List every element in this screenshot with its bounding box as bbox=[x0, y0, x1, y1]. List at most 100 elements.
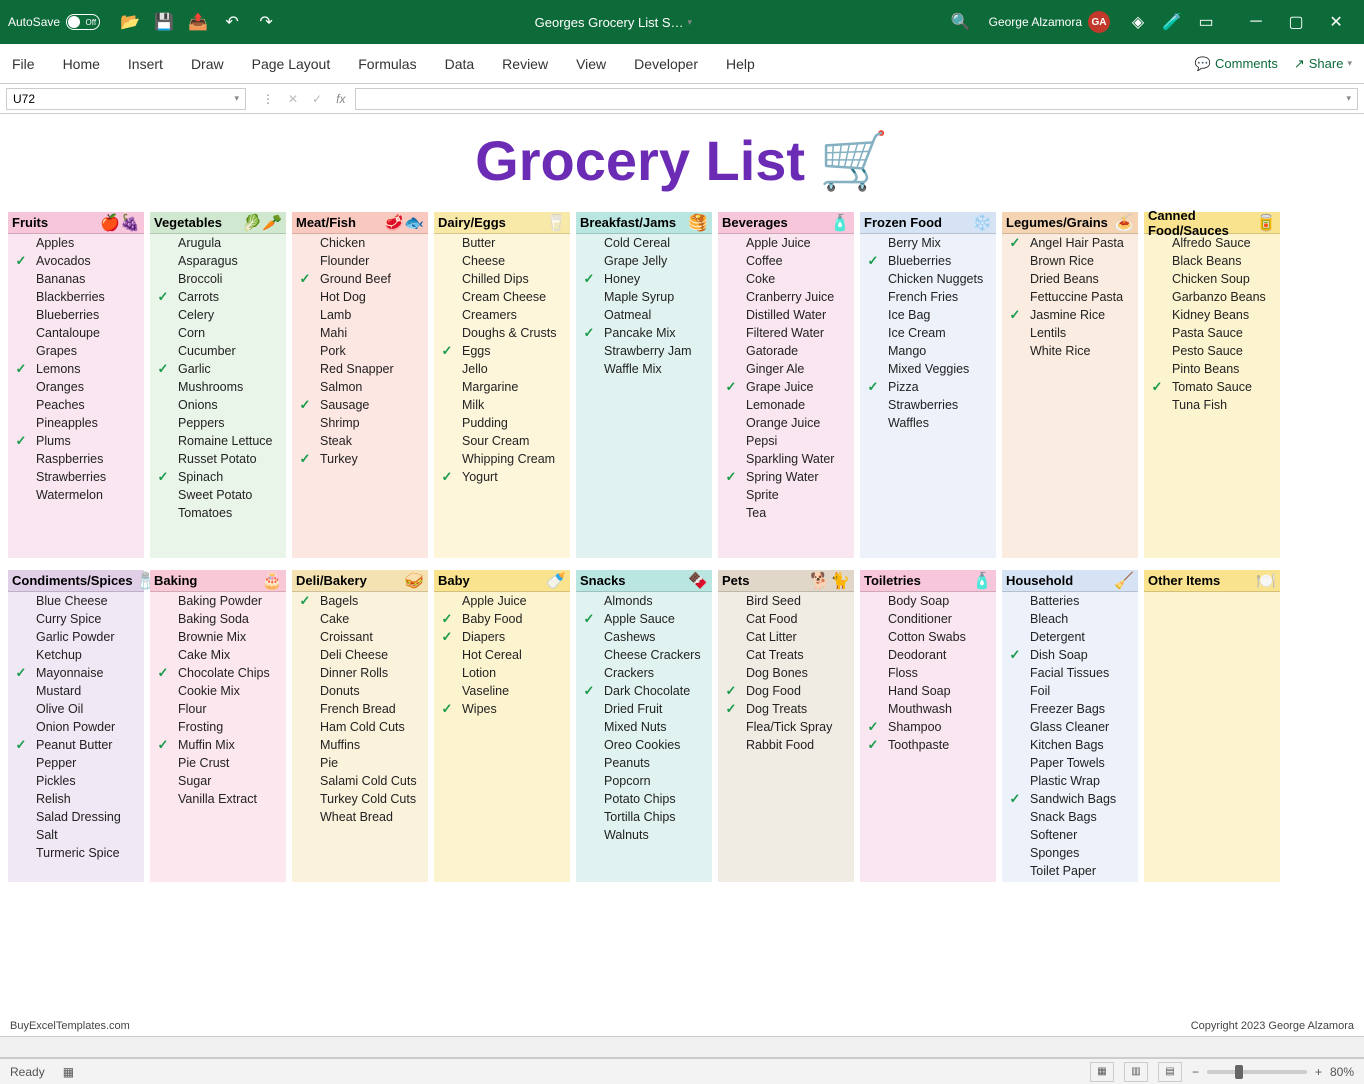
list-item[interactable]: Onions bbox=[150, 396, 286, 414]
list-item[interactable] bbox=[150, 522, 286, 540]
list-item[interactable] bbox=[292, 468, 428, 486]
list-item[interactable]: Maple Syrup bbox=[576, 288, 712, 306]
list-item[interactable] bbox=[434, 540, 570, 558]
checkbox[interactable]: ✓ bbox=[150, 737, 176, 753]
list-item[interactable] bbox=[434, 718, 570, 736]
list-item[interactable] bbox=[1144, 610, 1280, 628]
list-item[interactable]: Detergent bbox=[1002, 628, 1138, 646]
checkbox[interactable]: ✓ bbox=[8, 361, 34, 377]
list-item[interactable] bbox=[434, 808, 570, 826]
list-item[interactable] bbox=[1144, 718, 1280, 736]
view-page-layout-button[interactable]: ▥ bbox=[1124, 1062, 1148, 1082]
checkbox[interactable]: ✓ bbox=[860, 253, 886, 269]
list-item[interactable] bbox=[576, 504, 712, 522]
redo-icon[interactable]: ↷ bbox=[252, 8, 280, 36]
checkbox[interactable]: ✓ bbox=[1144, 379, 1170, 395]
list-item[interactable] bbox=[434, 522, 570, 540]
list-item[interactable]: Dried Beans bbox=[1002, 270, 1138, 288]
list-item[interactable]: Ham Cold Cuts bbox=[292, 718, 428, 736]
list-item[interactable]: Potato Chips bbox=[576, 790, 712, 808]
list-item[interactable]: Gatorade bbox=[718, 342, 854, 360]
list-item[interactable] bbox=[150, 808, 286, 826]
list-item[interactable]: Kitchen Bags bbox=[1002, 736, 1138, 754]
list-item[interactable]: Waffle Mix bbox=[576, 360, 712, 378]
list-item[interactable]: Sour Cream bbox=[434, 432, 570, 450]
list-item[interactable]: ✓Dog Treats bbox=[718, 700, 854, 718]
list-item[interactable] bbox=[860, 754, 996, 772]
list-item[interactable]: Plastic Wrap bbox=[1002, 772, 1138, 790]
list-item[interactable] bbox=[1144, 844, 1280, 862]
list-item[interactable] bbox=[1144, 808, 1280, 826]
flask-icon[interactable]: 🧪 bbox=[1158, 8, 1186, 36]
list-item[interactable] bbox=[576, 432, 712, 450]
list-item[interactable]: Vanilla Extract bbox=[150, 790, 286, 808]
list-item[interactable]: Ice Cream bbox=[860, 324, 996, 342]
list-item[interactable]: Salami Cold Cuts bbox=[292, 772, 428, 790]
list-item[interactable]: Rabbit Food bbox=[718, 736, 854, 754]
list-item[interactable] bbox=[434, 504, 570, 522]
list-item[interactable] bbox=[718, 540, 854, 558]
list-item[interactable]: Cucumber bbox=[150, 342, 286, 360]
list-item[interactable]: Black Beans bbox=[1144, 252, 1280, 270]
export-icon[interactable]: 📤 bbox=[184, 8, 212, 36]
list-item[interactable]: Cold Cereal bbox=[576, 234, 712, 252]
list-item[interactable]: Mixed Veggies bbox=[860, 360, 996, 378]
document-title[interactable]: Georges Grocery List S… ▾ bbox=[535, 15, 692, 30]
list-item[interactable] bbox=[1002, 432, 1138, 450]
close-button[interactable]: ✕ bbox=[1316, 8, 1356, 36]
list-item[interactable] bbox=[434, 790, 570, 808]
checkbox[interactable]: ✓ bbox=[1002, 307, 1028, 323]
list-item[interactable]: Flounder bbox=[292, 252, 428, 270]
list-item[interactable] bbox=[150, 540, 286, 558]
list-item[interactable]: Steak bbox=[292, 432, 428, 450]
list-item[interactable]: Hot Dog bbox=[292, 288, 428, 306]
list-item[interactable]: Lotion bbox=[434, 664, 570, 682]
list-item[interactable] bbox=[1144, 540, 1280, 558]
checkbox[interactable]: ✓ bbox=[292, 271, 318, 287]
list-item[interactable]: White Rice bbox=[1002, 342, 1138, 360]
list-item[interactable] bbox=[718, 826, 854, 844]
list-item[interactable]: ✓Tomato Sauce bbox=[1144, 378, 1280, 396]
list-item[interactable] bbox=[860, 504, 996, 522]
list-item[interactable]: Blackberries bbox=[8, 288, 144, 306]
list-item[interactable]: ✓Peanut Butter bbox=[8, 736, 144, 754]
list-item[interactable]: Vaseline bbox=[434, 682, 570, 700]
list-item[interactable]: Oreo Cookies bbox=[576, 736, 712, 754]
list-item[interactable] bbox=[718, 772, 854, 790]
list-item[interactable]: Salmon bbox=[292, 378, 428, 396]
list-item[interactable]: Mushrooms bbox=[150, 378, 286, 396]
list-item[interactable] bbox=[860, 468, 996, 486]
list-item[interactable]: ✓Apple Sauce bbox=[576, 610, 712, 628]
list-item[interactable] bbox=[576, 414, 712, 432]
list-item[interactable] bbox=[718, 754, 854, 772]
checkbox[interactable]: ✓ bbox=[576, 611, 602, 627]
list-item[interactable]: Bird Seed bbox=[718, 592, 854, 610]
list-item[interactable]: Curry Spice bbox=[8, 610, 144, 628]
ribbon-tab-file[interactable]: File bbox=[12, 56, 35, 72]
list-item[interactable]: Pineapples bbox=[8, 414, 144, 432]
list-item[interactable]: Lemonade bbox=[718, 396, 854, 414]
checkbox[interactable]: ✓ bbox=[860, 737, 886, 753]
enter-icon[interactable]: ✓ bbox=[312, 92, 322, 106]
list-item[interactable]: Dinner Rolls bbox=[292, 664, 428, 682]
list-item[interactable]: Wheat Bread bbox=[292, 808, 428, 826]
list-item[interactable]: Asparagus bbox=[150, 252, 286, 270]
list-item[interactable] bbox=[860, 522, 996, 540]
ribbon-tab-formulas[interactable]: Formulas bbox=[358, 56, 416, 72]
list-item[interactable]: Walnuts bbox=[576, 826, 712, 844]
list-item[interactable]: Sweet Potato bbox=[150, 486, 286, 504]
list-item[interactable] bbox=[1144, 468, 1280, 486]
list-item[interactable]: ✓Turkey bbox=[292, 450, 428, 468]
list-item[interactable]: Relish bbox=[8, 790, 144, 808]
list-item[interactable]: Brownie Mix bbox=[150, 628, 286, 646]
list-item[interactable] bbox=[434, 754, 570, 772]
list-item[interactable] bbox=[292, 826, 428, 844]
list-item[interactable]: Orange Juice bbox=[718, 414, 854, 432]
checkbox[interactable]: ✓ bbox=[8, 253, 34, 269]
list-item[interactable] bbox=[1144, 504, 1280, 522]
list-item[interactable]: Romaine Lettuce bbox=[150, 432, 286, 450]
checkbox[interactable]: ✓ bbox=[718, 379, 744, 395]
checkbox[interactable]: ✓ bbox=[292, 397, 318, 413]
list-item[interactable]: Softener bbox=[1002, 826, 1138, 844]
list-item[interactable] bbox=[718, 862, 854, 880]
